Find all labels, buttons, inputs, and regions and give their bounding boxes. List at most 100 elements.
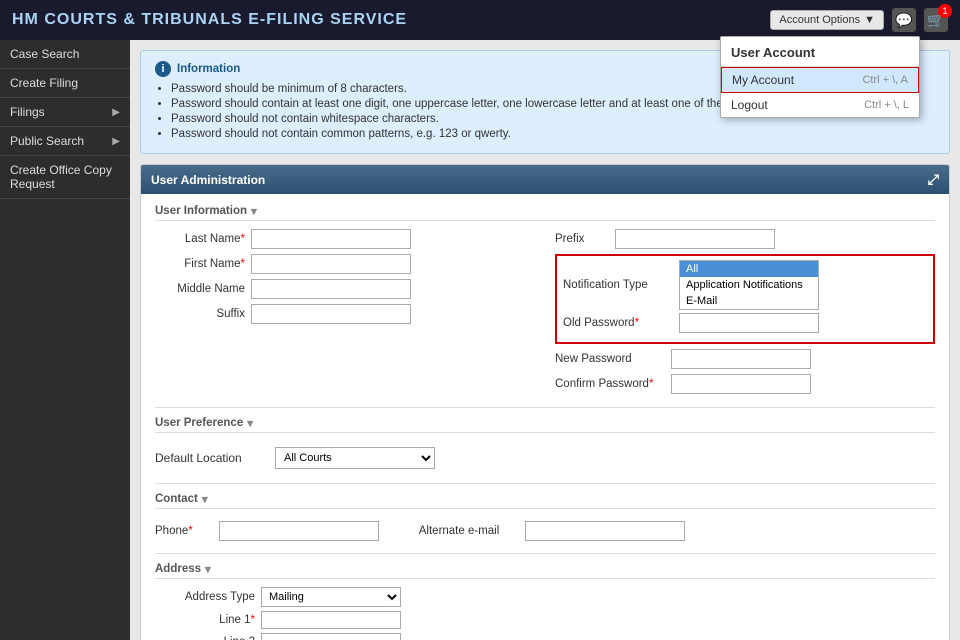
chevron-right-icon: ▶ — [112, 136, 120, 147]
app-title: HM Courts & Tribunals E-Filing Service — [12, 11, 770, 29]
notification-type-label: Notification Type — [563, 279, 673, 291]
notification-type-box: Notification Type All Application Notifi… — [555, 254, 935, 344]
collapse-icon[interactable]: ▾ — [205, 562, 211, 576]
sidebar: Case Search Create Filing Filings ▶ Publ… — [0, 40, 130, 640]
line1-input[interactable] — [261, 611, 401, 629]
address-type-select[interactable]: Mailing — [261, 587, 401, 607]
address-label: Address — [155, 563, 201, 575]
last-name-input[interactable] — [251, 229, 411, 249]
notif-option-app[interactable]: Application Notifications — [680, 277, 818, 293]
sidebar-item-copy-request[interactable]: Create Office Copy Request — [0, 156, 130, 199]
address-type-label: Address Type — [155, 591, 255, 603]
new-password-input[interactable] — [671, 349, 811, 369]
notification-section: Notification Type All Application Notifi… — [555, 254, 935, 344]
account-options-button[interactable]: Account Options ▼ — [770, 10, 884, 30]
user-info-right: Prefix Notification Type All Application… — [555, 229, 935, 399]
user-account-title: User Account — [721, 37, 919, 67]
user-administration-panel: User Administration ⤢ User Information ▾… — [140, 164, 950, 640]
notification-type-row: Notification Type All Application Notifi… — [563, 260, 927, 310]
chat-icon[interactable]: 💬 — [892, 8, 916, 32]
user-account-dropdown: User Account My Account Ctrl + \, A Logo… — [720, 36, 920, 118]
line2-label: Line 2 — [155, 636, 255, 640]
address-grid: Address Type Mailing Line 1* Line 2 Line… — [155, 587, 935, 640]
info-bullet: Password should not contain common patte… — [171, 128, 935, 140]
user-info-label: User Information — [155, 205, 247, 217]
divider — [155, 483, 935, 484]
account-options-label: Account Options — [779, 14, 860, 26]
sidebar-item-case-search[interactable]: Case Search — [0, 40, 130, 69]
collapse-icon[interactable]: ▾ — [247, 416, 253, 430]
suffix-input[interactable] — [251, 304, 411, 324]
logo-hm: HM — [12, 11, 39, 28]
info-icon: i — [155, 61, 171, 77]
alt-email-label: Alternate e-mail — [419, 525, 500, 537]
sidebar-item-label: Create Filing — [10, 76, 78, 90]
address-header: Address ▾ — [155, 562, 935, 579]
my-account-shortcut: Ctrl + \, A — [862, 74, 908, 86]
panel-body: User Information ▾ Last Name* First Name… — [141, 194, 949, 640]
suffix-row: Suffix — [155, 304, 535, 324]
last-name-row: Last Name* — [155, 229, 535, 249]
middle-name-label: Middle Name — [155, 283, 245, 295]
sidebar-item-public-search[interactable]: Public Search ▶ — [0, 127, 130, 156]
sidebar-item-label: Public Search — [10, 134, 84, 148]
divider — [155, 407, 935, 408]
contact-row: Phone* Alternate e-mail — [155, 517, 935, 545]
confirm-password-input[interactable] — [671, 374, 811, 394]
prefix-input[interactable] — [615, 229, 775, 249]
sidebar-item-create-filing[interactable]: Create Filing — [0, 69, 130, 98]
my-account-item[interactable]: My Account Ctrl + \, A — [721, 67, 919, 93]
new-password-label: New Password — [555, 353, 665, 365]
main-content: i Information Password should be minimum… — [130, 40, 960, 640]
cart-badge: 1 — [938, 4, 952, 18]
chevron-down-icon: ▼ — [864, 14, 875, 26]
panel-header: User Administration ⤢ — [141, 165, 949, 194]
last-name-label: Last Name* — [155, 233, 245, 245]
sidebar-item-label: Case Search — [10, 47, 79, 61]
divider — [155, 553, 935, 554]
notification-type-list[interactable]: All Application Notifications E-Mail — [679, 260, 819, 310]
sidebar-item-label: Create Office Copy Request — [10, 163, 120, 191]
user-info-left: Last Name* First Name* Middle Name Suffi… — [155, 229, 535, 399]
first-name-label: First Name* — [155, 258, 245, 270]
old-password-label: Old Password* — [563, 317, 673, 329]
user-info-header: User Information ▾ — [155, 204, 935, 221]
alt-email-input[interactable] — [525, 521, 685, 541]
logout-label: Logout — [731, 98, 768, 112]
sidebar-item-filings[interactable]: Filings ▶ — [0, 98, 130, 127]
line1-label: Line 1* — [155, 614, 255, 626]
user-preference-label: User Preference — [155, 417, 243, 429]
user-preference-header: User Preference ▾ — [155, 416, 935, 433]
confirm-password-label: Confirm Password* — [555, 378, 665, 390]
old-password-row: Old Password* — [563, 313, 927, 333]
panel-title: User Administration — [151, 173, 265, 187]
prefix-label: Prefix — [555, 233, 615, 245]
middle-name-input[interactable] — [251, 279, 411, 299]
confirm-password-row: Confirm Password* — [555, 374, 935, 394]
contact-label: Contact — [155, 493, 198, 505]
notif-option-email[interactable]: E-Mail — [680, 293, 818, 309]
expand-icon[interactable]: ⤢ — [928, 171, 939, 188]
default-location-select[interactable]: All Courts — [275, 447, 435, 469]
first-name-row: First Name* — [155, 254, 535, 274]
middle-name-row: Middle Name — [155, 279, 535, 299]
contact-header: Contact ▾ — [155, 492, 935, 509]
logo-rest: Courts & Tribunals E-Filing Service — [39, 11, 407, 28]
old-password-input[interactable] — [679, 313, 819, 333]
collapse-icon[interactable]: ▾ — [202, 492, 208, 506]
line2-input[interactable] — [261, 633, 401, 640]
chevron-right-icon: ▶ — [112, 107, 120, 118]
prefix-row: Prefix — [555, 229, 935, 249]
default-location-label: Default Location — [155, 451, 265, 465]
info-title-text: Information — [177, 63, 240, 75]
logout-shortcut: Ctrl + \, L — [864, 99, 909, 111]
phone-input[interactable] — [219, 521, 379, 541]
logout-item[interactable]: Logout Ctrl + \, L — [721, 93, 919, 117]
cart-icon[interactable]: 🛒 1 — [924, 8, 948, 32]
my-account-label: My Account — [732, 73, 794, 87]
first-name-input[interactable] — [251, 254, 411, 274]
address-type-select-wrapper: Mailing — [261, 587, 401, 607]
suffix-label: Suffix — [155, 308, 245, 320]
collapse-icon[interactable]: ▾ — [251, 204, 257, 218]
notif-option-all[interactable]: All — [680, 261, 818, 277]
